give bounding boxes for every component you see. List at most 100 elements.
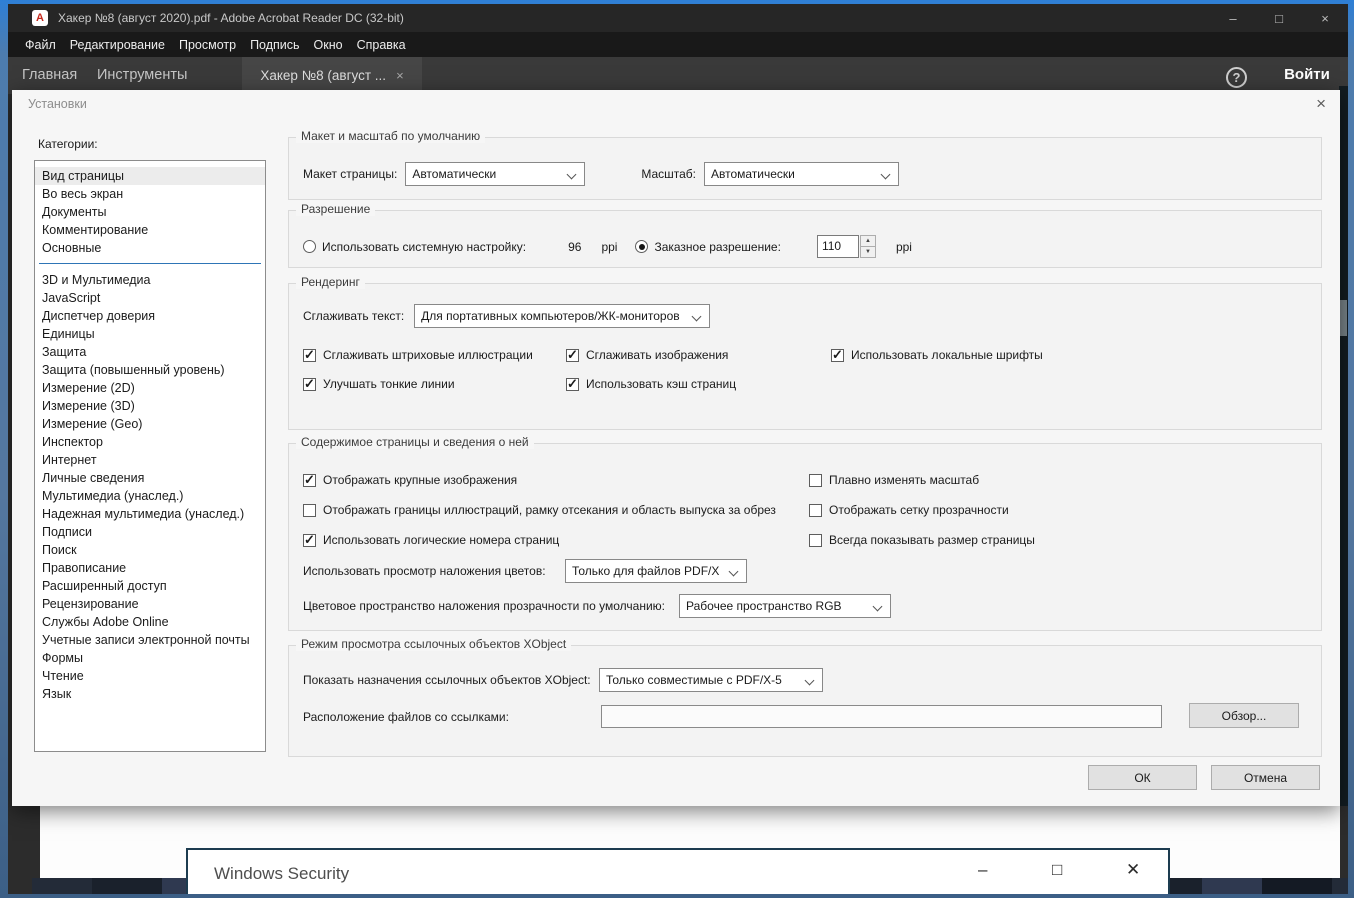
category-item[interactable]: Защита: [35, 343, 265, 361]
overprint-select[interactable]: Только для файлов PDF/X: [565, 559, 747, 583]
checkbox-smooth-lineart[interactable]: Сглаживать штриховые иллюстрации: [303, 347, 533, 363]
checkbox-smooth-images[interactable]: Сглаживать изображения: [566, 347, 728, 363]
list-separator: [39, 263, 261, 264]
category-item[interactable]: Диспетчер доверия: [35, 307, 265, 325]
category-item[interactable]: Во весь экран: [35, 185, 265, 203]
menu-help[interactable]: Справка: [350, 35, 413, 55]
smooth-text-select[interactable]: Для портативных компьютеров/ЖК-мониторов: [414, 304, 711, 328]
scrollbar-thumb[interactable]: [1340, 300, 1347, 336]
category-item[interactable]: Учетные записи электронной почты: [35, 631, 265, 649]
checkbox-art-boxes[interactable]: Отображать границы иллюстраций, рамку от…: [303, 503, 776, 517]
custom-resolution-stepper[interactable]: 110 ▲ ▼: [816, 235, 876, 258]
category-item[interactable]: Язык: [35, 685, 265, 703]
custom-resolution-radio[interactable]: [635, 240, 649, 253]
page-layout-label: Макет страницы:: [303, 167, 398, 181]
checkbox-label: Отображать границы иллюстраций, рамку от…: [323, 503, 776, 517]
category-item[interactable]: Измерение (2D): [35, 379, 265, 397]
custom-resolution-label: Заказное разрешение:: [654, 239, 781, 254]
category-item-selected[interactable]: Вид страницы: [35, 167, 265, 185]
vertical-scrollbar[interactable]: [1339, 86, 1348, 806]
system-resolution-radio[interactable]: [303, 240, 316, 253]
checkbox-smooth-zoom[interactable]: Плавно изменять масштаб: [809, 473, 979, 487]
zoom-select[interactable]: Автоматически: [704, 162, 899, 186]
checkbox-transparency-grid[interactable]: Отображать сетку прозрачности: [809, 503, 1009, 517]
category-item[interactable]: Правописание: [35, 559, 265, 577]
checkbox-label: Улучшать тонкие линии: [323, 377, 455, 391]
category-item[interactable]: Чтение: [35, 667, 265, 685]
xobject-show-select[interactable]: Только совместимые с PDF/X-5: [599, 668, 823, 692]
category-item[interactable]: Интернет: [35, 451, 265, 469]
category-item[interactable]: Документы: [35, 203, 265, 221]
section-resolution: Разрешение Использовать системную настро…: [288, 202, 1322, 268]
dialog-close-icon[interactable]: ×: [1316, 94, 1326, 114]
security-window-title: Windows Security: [214, 864, 350, 883]
category-item[interactable]: Единицы: [35, 325, 265, 343]
checkbox-page-size[interactable]: Всегда показывать размер страницы: [809, 533, 1035, 547]
category-item[interactable]: Личные сведения: [35, 469, 265, 487]
acrobat-window: A Хакер №8 (август 2020).pdf - Adobe Acr…: [8, 4, 1348, 894]
checkbox-logical-pages[interactable]: Использовать логические номера страниц: [303, 532, 559, 548]
category-item[interactable]: 3D и Мультимедиа: [35, 271, 265, 289]
menu-sign[interactable]: Подпись: [243, 35, 306, 55]
sign-in-button[interactable]: Войти: [1272, 66, 1342, 83]
blend-space-select[interactable]: Рабочее пространство RGB: [679, 594, 891, 618]
category-item[interactable]: Защита (повышенный уровень): [35, 361, 265, 379]
minimize-icon[interactable]: –: [1210, 4, 1256, 32]
category-item[interactable]: Поиск: [35, 541, 265, 559]
category-item[interactable]: Рецензирование: [35, 595, 265, 613]
browse-button[interactable]: Обзор...: [1189, 703, 1299, 728]
stepper-up-icon[interactable]: ▲: [859, 235, 876, 247]
category-item[interactable]: Комментирование: [35, 221, 265, 239]
page-layout-value: Автоматически: [412, 167, 497, 181]
checkbox-label: Плавно изменять масштаб: [829, 473, 980, 487]
category-item[interactable]: Подписи: [35, 523, 265, 541]
custom-resolution-value[interactable]: 110: [816, 235, 859, 258]
help-icon[interactable]: ?: [1226, 67, 1247, 88]
cancel-button[interactable]: Отмена: [1211, 765, 1320, 790]
system-resolution-label: Использовать системную настройку:: [322, 239, 527, 254]
category-item[interactable]: Основные: [35, 239, 265, 257]
checkbox-enhance-lines[interactable]: Улучшать тонкие линии: [303, 376, 455, 392]
section-page-content: Содержимое страницы и сведения о ней Ото…: [288, 435, 1322, 631]
checkbox-page-cache[interactable]: Использовать кэш страниц: [566, 376, 736, 392]
section-title: Макет и масштаб по умолчанию: [296, 129, 486, 143]
tab-document[interactable]: Хакер №8 (август ... ×: [242, 57, 422, 94]
checkbox-icon: [809, 474, 822, 487]
ok-button[interactable]: ОК: [1088, 765, 1197, 790]
category-item[interactable]: Измерение (3D): [35, 397, 265, 415]
maximize-icon[interactable]: □: [1256, 4, 1302, 32]
checkbox-label: Использовать локальные шрифты: [851, 348, 1043, 362]
security-minimize-icon[interactable]: –: [978, 860, 987, 880]
category-item[interactable]: Мультимедиа (унаслед.): [35, 487, 265, 505]
tab-tools[interactable]: Инструменты: [97, 67, 187, 83]
security-close-icon[interactable]: ✕: [1126, 860, 1140, 880]
overprint-label: Использовать просмотр наложения цветов:: [303, 564, 546, 578]
category-item[interactable]: Формы: [35, 649, 265, 667]
checkbox-local-fonts[interactable]: Использовать локальные шрифты: [831, 347, 1043, 363]
category-item[interactable]: Надежная мультимедиа (унаслед.): [35, 505, 265, 523]
stepper-down-icon[interactable]: ▼: [859, 247, 876, 258]
tab-document-label: Хакер №8 (август ...: [260, 68, 387, 83]
category-item[interactable]: JavaScript: [35, 289, 265, 307]
section-title: Разрешение: [296, 202, 376, 216]
preferences-dialog: Установки × Категории: Вид страницы Во в…: [12, 90, 1340, 806]
category-item[interactable]: Инспектор: [35, 433, 265, 451]
section-layout-zoom: Макет и масштаб по умолчанию Макет стран…: [288, 129, 1322, 200]
menu-edit[interactable]: Редактирование: [63, 35, 172, 55]
menu-view[interactable]: Просмотр: [172, 35, 243, 55]
menu-window[interactable]: Окно: [307, 35, 350, 55]
location-input[interactable]: [601, 705, 1162, 728]
menu-file[interactable]: Файл: [18, 35, 63, 55]
security-maximize-icon[interactable]: □: [1052, 860, 1062, 880]
window-controls: – □ ×: [1210, 4, 1348, 32]
close-icon[interactable]: ×: [1302, 4, 1348, 32]
category-item[interactable]: Службы Adobe Online: [35, 613, 265, 631]
page-layout-select[interactable]: Автоматически: [405, 162, 586, 186]
category-item[interactable]: Расширенный доступ: [35, 577, 265, 595]
checkbox-large-images[interactable]: Отображать крупные изображения: [303, 472, 517, 488]
category-item[interactable]: Измерение (Geo): [35, 415, 265, 433]
checkbox-label: Всегда показывать размер страницы: [829, 533, 1035, 547]
screenshot-root: { "titlebar": { "app_icon_glyph": "A", "…: [0, 0, 1354, 898]
tab-close-icon[interactable]: ×: [396, 68, 404, 83]
tab-home[interactable]: Главная: [22, 67, 77, 83]
